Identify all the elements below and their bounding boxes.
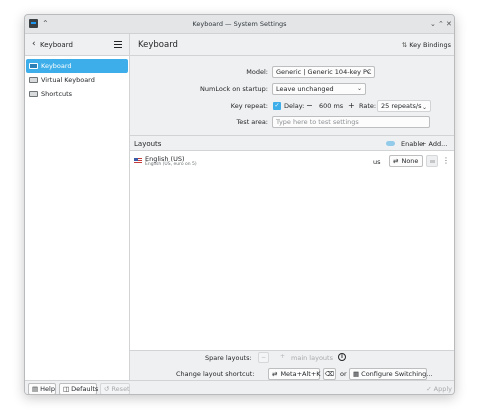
clear-shortcut-icon[interactable]: ⌫ — [323, 368, 336, 380]
configure-switching-button[interactable]: ▦ Configure Switching... — [349, 368, 432, 380]
close-icon[interactable]: ✕ — [446, 19, 452, 29]
remove-layout-button[interactable] — [426, 155, 438, 167]
sidebar-item-label: Virtual Keyboard — [41, 76, 95, 84]
rate-value: 25 repeats/s — [381, 102, 422, 110]
sidebar-item-keyboard[interactable]: Keyboard — [26, 59, 128, 73]
layouts-header: Layouts Enable + Add... — [130, 135, 454, 151]
shortcuts-icon — [29, 91, 38, 97]
configure-icon: ▦ — [353, 370, 360, 378]
test-area-label: Test area: — [236, 118, 268, 126]
layout-description: English (US, euro on 5) — [145, 162, 197, 167]
delay-increase-button[interactable]: + — [348, 101, 355, 110]
spin-up-down-icon[interactable]: ⌃ ⌄ — [422, 101, 427, 111]
window-title: Keyboard — System Settings — [192, 20, 287, 28]
delay-value[interactable]: 600 ms — [319, 102, 343, 110]
title-bar: ⌃ Keyboard — System Settings ⌄ ⌃ ✕ — [25, 15, 454, 34]
enable-label[interactable]: Enable — [401, 140, 423, 148]
delay-label: Delay: — [284, 102, 305, 110]
footer-bar: ▤ Help ◫ Defaults ↺ Reset ✓ Apply — [25, 380, 454, 394]
keyboard-settings-form: Model: Generic | Generic 104-key PC ⌄ Nu… — [130, 56, 454, 135]
settings-window: ⌃ Keyboard — System Settings ⌄ ⌃ ✕ ‹ Key… — [24, 14, 455, 395]
sidebar-item-label: Shortcuts — [41, 90, 73, 98]
test-area-placeholder: Type here to test settings — [276, 118, 359, 126]
layouts-list: English (US) English (US, euro on 5) us … — [130, 151, 454, 350]
page-title: Keyboard — [138, 40, 178, 50]
hamburger-menu-icon[interactable] — [114, 41, 122, 48]
model-label: Model: — [246, 68, 268, 76]
list-item[interactable]: English (US) English (US, euro on 5) us … — [130, 151, 454, 171]
help-label: Help — [40, 385, 55, 393]
reset-label: Reset — [111, 385, 130, 393]
help-button[interactable]: ▤ Help — [28, 383, 56, 394]
defaults-label: Defaults — [71, 385, 99, 393]
key-bindings-label: Key Bindings — [409, 41, 451, 49]
spare-increase-button[interactable]: + — [277, 352, 288, 363]
layout-code: us — [373, 158, 381, 166]
key-bindings-button[interactable]: ⇅ Key Bindings — [400, 39, 453, 51]
key-repeat-label: Key repeat: — [230, 102, 268, 110]
minimize-icon[interactable]: ⌄ — [430, 19, 436, 29]
spare-layouts-label: Spare layouts: — [205, 354, 252, 362]
layout-options: Spare layouts: − + main layouts i Change… — [130, 350, 454, 380]
back-button[interactable]: Keyboard — [40, 41, 73, 49]
test-area-input[interactable]: Type here to test settings — [272, 116, 430, 128]
reset-icon: ↺ — [104, 385, 110, 393]
page-header: Keyboard ⇅ Key Bindings — [130, 34, 454, 56]
defaults-button[interactable]: ◫ Defaults — [59, 383, 99, 394]
layout-shortcut-value: None — [401, 157, 419, 165]
check-icon: ✓ — [426, 385, 432, 393]
numlock-select[interactable]: Leave unchanged ⌄ — [272, 83, 366, 95]
chevron-down-icon: ⌄ — [356, 85, 362, 92]
apply-label: Apply — [433, 385, 452, 393]
sidebar-item-virtual-keyboard[interactable]: Virtual Keyboard — [26, 73, 128, 87]
shortcut-icon: ⇄ — [272, 370, 278, 378]
layout-shortcut-button[interactable]: ⇄ None — [389, 155, 423, 167]
keyboard-icon — [29, 63, 38, 69]
rate-spinbox[interactable]: 25 repeats/s ⌃ ⌄ — [377, 100, 431, 112]
defaults-icon: ◫ — [63, 385, 70, 393]
rate-label: Rate: — [359, 102, 377, 110]
chevron-down-icon: ⌄ — [365, 68, 371, 75]
more-options-icon[interactable]: ⋮ — [442, 156, 450, 165]
delay-decrease-button[interactable]: − — [306, 101, 313, 110]
us-flag-icon — [134, 158, 142, 163]
sidebar: Keyboard Virtual Keyboard Shortcuts — [25, 56, 130, 394]
model-select[interactable]: Generic | Generic 104-key PC ⌄ — [272, 66, 375, 78]
configure-switching-label: Configure Switching... — [361, 370, 433, 378]
model-value: Generic | Generic 104-key PC — [276, 68, 372, 76]
maximize-icon[interactable]: ⌃ — [438, 19, 444, 29]
back-icon[interactable]: ‹ — [32, 38, 36, 50]
reset-button[interactable]: ↺ Reset — [100, 383, 130, 394]
sidebar-header: ‹ Keyboard — [25, 34, 130, 56]
numlock-value: Leave unchanged — [276, 85, 334, 93]
sidebar-item-label: Keyboard — [41, 62, 72, 70]
apply-button[interactable]: ✓ Apply — [426, 385, 452, 393]
change-layout-shortcut-button[interactable]: ⇄ Meta+Alt+K — [268, 368, 321, 380]
shortcut-icon: ⇄ — [393, 157, 399, 165]
virtual-keyboard-icon — [29, 77, 38, 83]
main-layouts-label: main layouts — [291, 354, 333, 362]
change-layout-shortcut-value: Meta+Alt+K — [280, 370, 321, 378]
key-repeat-checkbox[interactable]: ✓ — [273, 102, 281, 110]
enable-layouts-toggle[interactable] — [386, 141, 395, 146]
info-icon[interactable]: i — [338, 353, 346, 361]
numlock-label: NumLock on startup: — [200, 85, 268, 93]
key-bindings-icon: ⇅ — [401, 41, 408, 49]
help-icon: ▤ — [32, 385, 39, 393]
or-label: or — [340, 370, 347, 378]
change-layout-shortcut-label: Change layout shortcut: — [176, 370, 255, 378]
layouts-title: Layouts — [134, 140, 162, 148]
spare-decrease-button[interactable]: − — [258, 352, 269, 363]
sidebar-item-shortcuts[interactable]: Shortcuts — [26, 87, 128, 101]
add-layout-button[interactable]: + Add... — [421, 140, 447, 148]
